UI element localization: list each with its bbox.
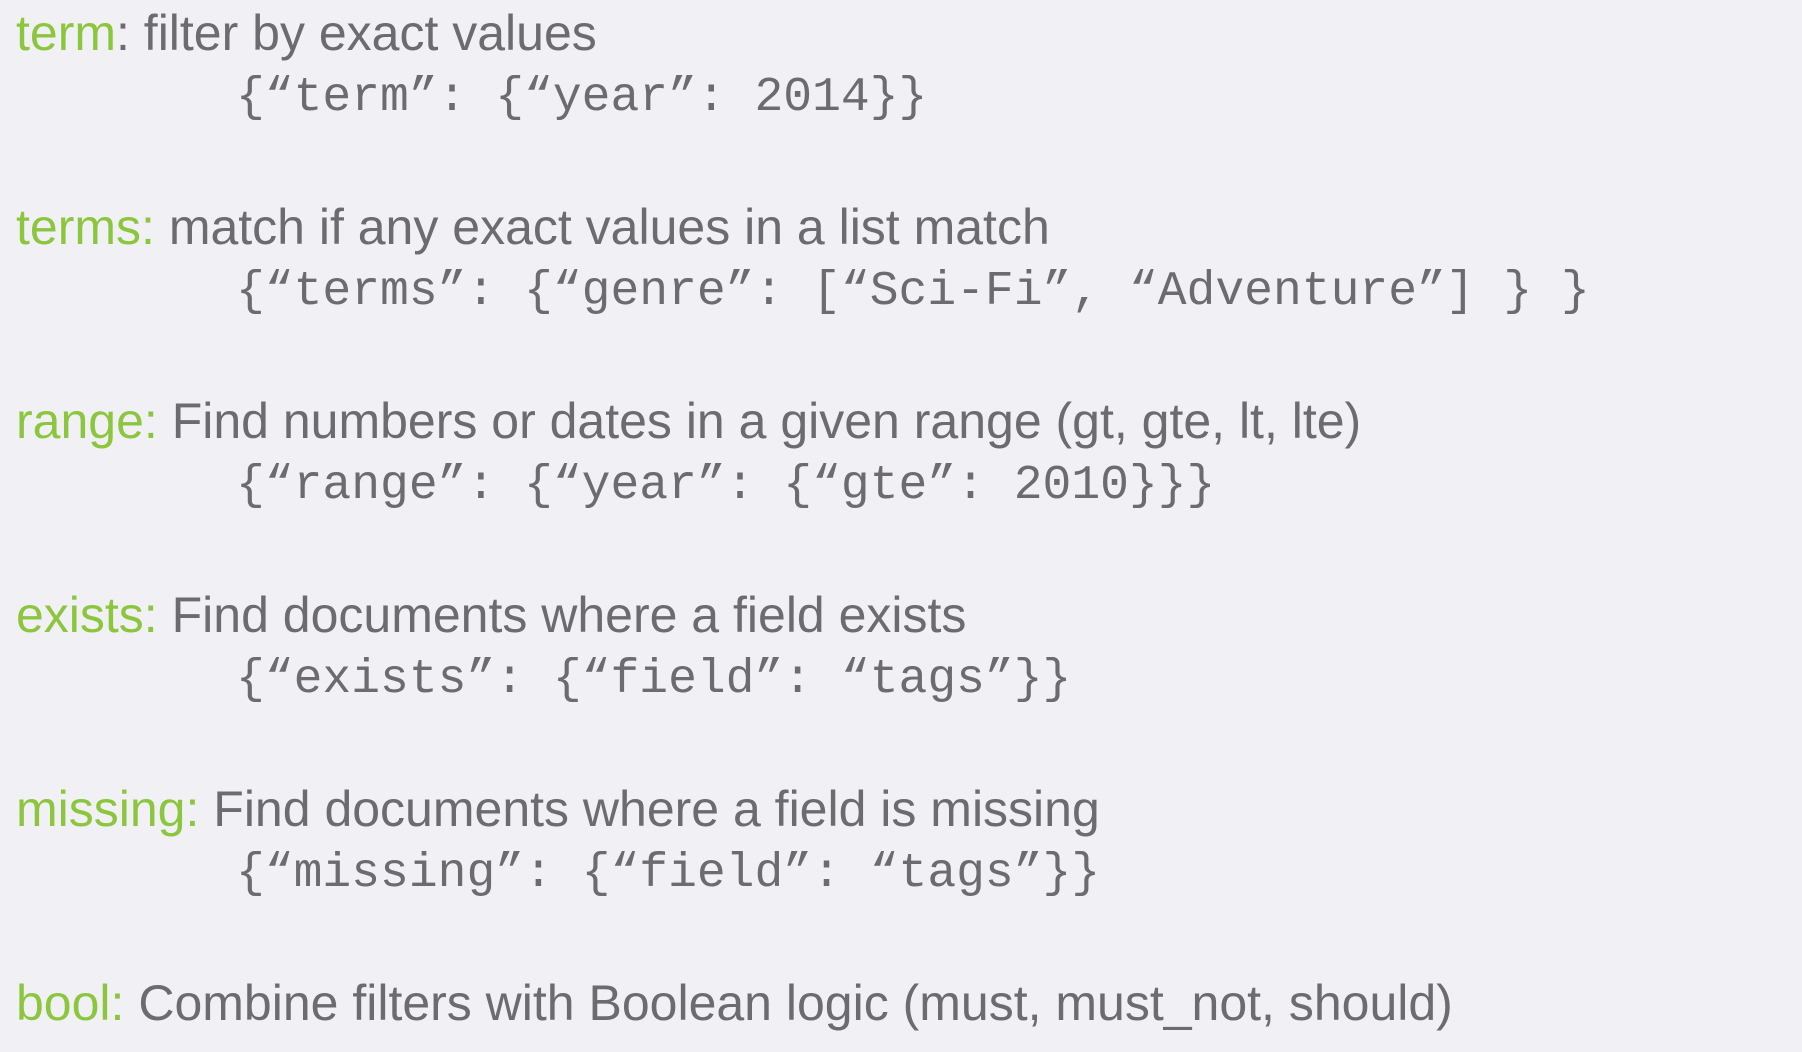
filter-separator — [155, 199, 169, 255]
filter-description-line: bool: Combine filters with Boolean logic… — [16, 972, 1796, 1034]
filter-code-example: {“missing”: {“field”: “tags”}} — [236, 847, 1101, 901]
filter-separator — [158, 587, 172, 643]
filter-description-line: range: Find numbers or dates in a given … — [16, 390, 1796, 452]
filter-entry-term: term: filter by exact values {“term”: {“… — [16, 2, 1796, 128]
filter-description-line: missing: Find documents where a field is… — [16, 778, 1796, 840]
filter-description: filter by exact values — [143, 5, 597, 61]
filter-description: Find numbers or dates in a given range (… — [171, 393, 1362, 449]
filter-entry-range: range: Find numbers or dates in a given … — [16, 390, 1796, 516]
filter-keyword: range: — [16, 393, 158, 449]
filter-code-example: {“terms”: {“genre”: [“Sci-Fi”, “Adventur… — [236, 265, 1590, 319]
filter-separator — [124, 975, 138, 1031]
filter-description-line: term: filter by exact values — [16, 2, 1796, 64]
slide-page: term: filter by exact values {“term”: {“… — [0, 0, 1802, 1052]
filter-keyword: exists: — [16, 587, 158, 643]
filter-entry-terms: terms: match if any exact values in a li… — [16, 196, 1796, 322]
filter-separator — [199, 781, 213, 837]
filter-keyword: missing: — [16, 781, 200, 837]
filter-keyword: terms: — [16, 199, 155, 255]
filter-code-example: {“exists”: {“field”: “tags”}} — [236, 653, 1072, 707]
filter-entry-bool: bool: Combine filters with Boolean logic… — [16, 972, 1796, 1034]
filter-description: match if any exact values in a list matc… — [168, 199, 1050, 255]
filter-keyword: term — [16, 5, 116, 61]
filter-entry-missing: missing: Find documents where a field is… — [16, 778, 1796, 904]
filter-description-line: exists: Find documents where a field exi… — [16, 584, 1796, 646]
filter-entry-exists: exists: Find documents where a field exi… — [16, 584, 1796, 710]
filter-keyword: bool: — [16, 975, 125, 1031]
filter-code-example: {“term”: {“year”: 2014}} — [236, 71, 928, 125]
filter-description: Combine filters with Boolean logic (must… — [138, 975, 1453, 1031]
filter-code-example: {“range”: {“year”: {“gte”: 2010}}} — [236, 459, 1216, 513]
filter-separator: : — [116, 5, 144, 61]
filter-separator — [158, 393, 172, 449]
filter-description: Find documents where a field exists — [171, 587, 967, 643]
filter-description-line: terms: match if any exact values in a li… — [16, 196, 1796, 258]
filter-description: Find documents where a field is missing — [213, 781, 1100, 837]
